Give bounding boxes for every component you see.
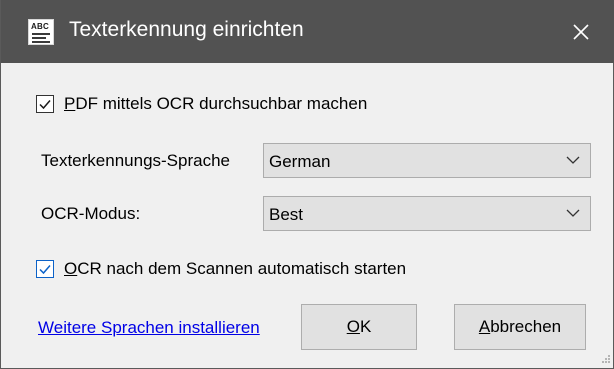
dialog-title: Texterkennung einrichten: [69, 18, 304, 41]
close-button[interactable]: [561, 12, 601, 52]
ocr-searchable-checkbox-row[interactable]: PDF mittels OCR durchsuchbar machen: [36, 94, 367, 114]
install-languages-link[interactable]: Weitere Sprachen installieren: [38, 318, 260, 338]
dialog-window: ABC Texterkennung einrichten PDF mittels…: [0, 0, 614, 369]
chevron-down-icon: [566, 209, 580, 217]
ocr-searchable-checkbox[interactable]: [36, 95, 54, 113]
checkmark-icon: [39, 265, 51, 275]
language-label: Texterkennungs-Sprache: [41, 151, 231, 170]
ocr-mode-dropdown[interactable]: Best: [263, 196, 591, 231]
ocr-searchable-label: PDF mittels OCR durchsuchbar machen: [64, 94, 368, 113]
ok-button[interactable]: OK: [301, 304, 417, 350]
chevron-down-icon: [566, 156, 580, 164]
resize-grip-icon[interactable]: [599, 352, 611, 364]
auto-start-checkbox-row[interactable]: OCR nach dem Scannen automatisch starten: [36, 259, 406, 279]
auto-start-label: OCR nach dem Scannen automatisch starten: [64, 259, 407, 278]
ocr-app-icon: ABC: [28, 19, 54, 45]
close-icon: [573, 24, 589, 40]
ocr-mode-label: OCR-Modus:: [41, 204, 141, 223]
app-icon-abc-text: ABC: [31, 22, 49, 31]
checkmark-icon: [39, 100, 51, 110]
ocr-mode-selected-value: Best: [269, 205, 304, 224]
cancel-button[interactable]: Abbrechen: [454, 304, 586, 350]
title-bar[interactable]: ABC Texterkennung einrichten: [1, 0, 614, 63]
auto-start-checkbox[interactable]: [36, 260, 54, 278]
language-selected-value: German: [269, 152, 331, 171]
language-dropdown[interactable]: German: [263, 143, 591, 178]
